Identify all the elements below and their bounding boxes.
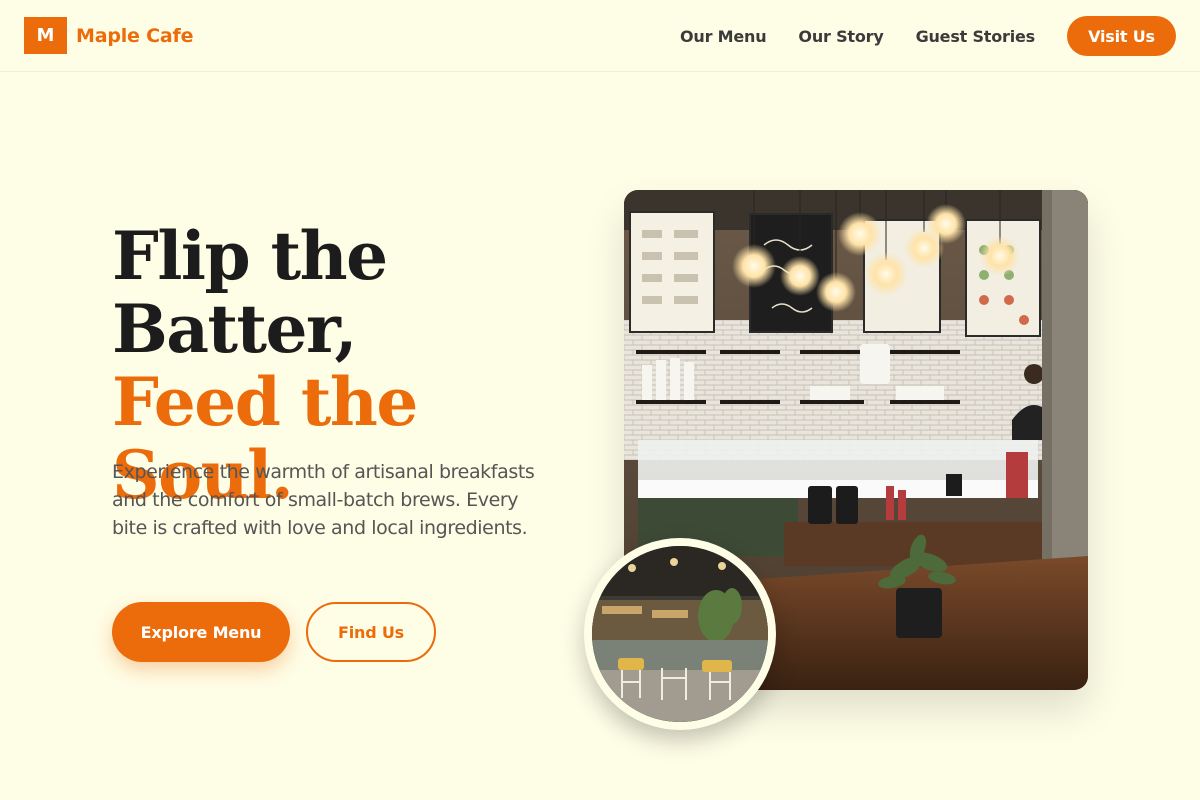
logo[interactable]: M Maple Cafe (24, 17, 193, 54)
logo-text: Maple Cafe (76, 24, 194, 47)
find-us-button[interactable]: Find Us (306, 602, 436, 662)
hero-description: Experience the warmth of artisanal break… (112, 461, 535, 539)
nav-our-menu[interactable]: Our Menu (680, 27, 767, 46)
cafe-interior-image (584, 538, 776, 730)
hero-title-line-1: Flip the (112, 217, 388, 295)
main-nav: Our Menu Our Story Guest Stories Visit U… (680, 16, 1176, 56)
nav-guest-stories[interactable]: Guest Stories (916, 27, 1036, 46)
logo-mark: M (24, 17, 67, 54)
site-header: M Maple Cafe Our Menu Our Story Guest St… (0, 0, 1200, 72)
visit-us-button[interactable]: Visit Us (1067, 16, 1176, 56)
nav-our-story[interactable]: Our Story (798, 27, 883, 46)
explore-menu-button[interactable]: Explore Menu (112, 602, 290, 662)
hero-title-line-2: Batter, (112, 290, 357, 368)
